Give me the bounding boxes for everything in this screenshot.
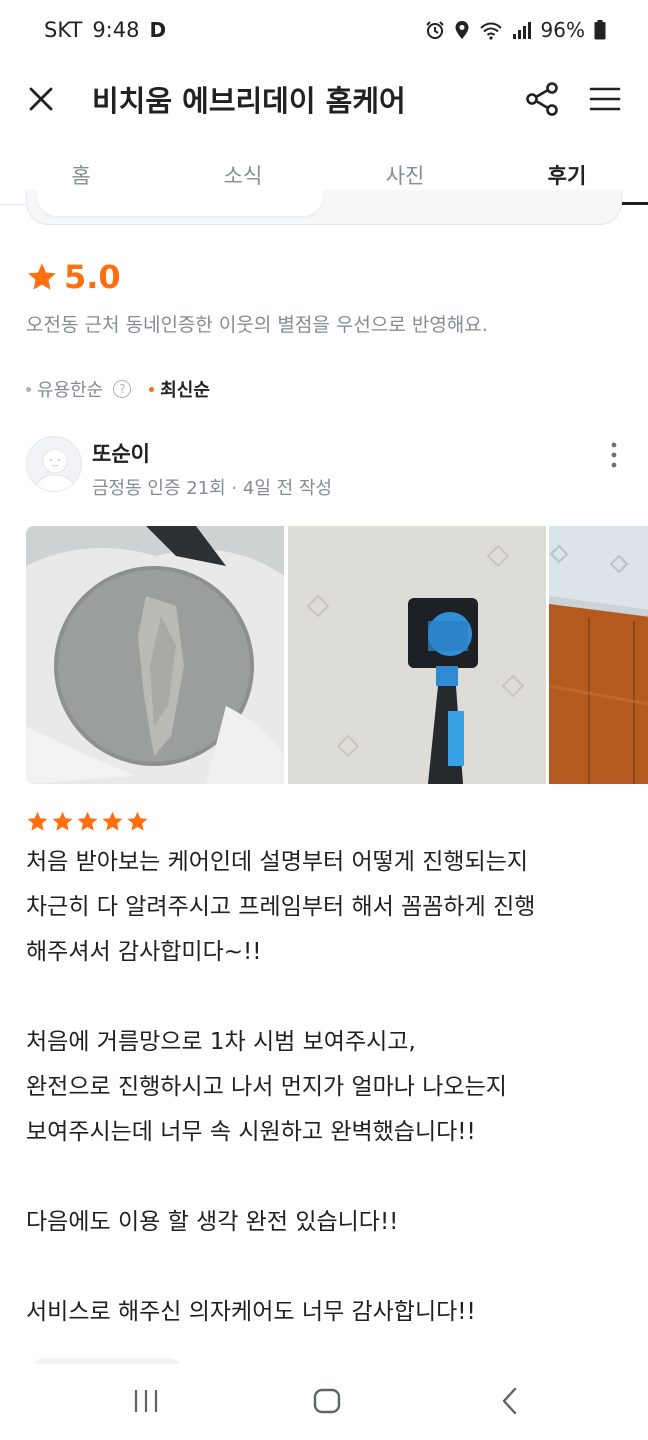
- status-right: 96%: [425, 18, 606, 42]
- status-bar: SKT 9:48 D 96%: [0, 0, 648, 64]
- recents-icon: [134, 1390, 158, 1412]
- back-icon: [502, 1387, 517, 1415]
- sort-helpful-label: 유용한순: [37, 380, 104, 401]
- close-button[interactable]: [24, 82, 58, 116]
- page-title: 비치움 에브리데이 홈케어: [92, 84, 406, 118]
- system-nav-bar: [0, 1364, 648, 1440]
- review-line: 보여주시는데 너무 속 시원하고 완벽했습니다!!: [26, 1119, 476, 1145]
- battery-icon: [594, 20, 606, 40]
- review-photo-mattress-cleaning[interactable]: [288, 526, 546, 784]
- star-icon: [127, 811, 148, 831]
- review-line: [26, 1245, 626, 1290]
- review-photo-bed-floor[interactable]: [549, 526, 648, 784]
- star-icon: [28, 263, 56, 290]
- sort-dot-active: [149, 386, 155, 392]
- review-star-rating: [26, 810, 149, 833]
- scrolled-card-inner: [37, 190, 323, 216]
- location-icon: [455, 21, 469, 39]
- review-photo-filter-dust[interactable]: [26, 526, 284, 784]
- star-icon: [102, 811, 123, 831]
- rating-value: 5.0: [64, 258, 121, 296]
- more-vertical-icon: [611, 442, 617, 468]
- reviewer-name[interactable]: 또순이: [92, 438, 150, 468]
- wifi-icon: [479, 22, 502, 40]
- scrolled-card-remnant: [26, 190, 622, 225]
- menu-button[interactable]: [588, 82, 622, 116]
- review-line: 처음에 거름망으로 1차 시범 보여주시고,: [26, 1029, 416, 1055]
- question-circle-icon[interactable]: ?: [113, 380, 132, 398]
- sort-latest-label: 최신순: [160, 380, 210, 401]
- battery-percent: 96%: [540, 18, 585, 42]
- share-icon: [526, 82, 558, 116]
- review-line: [26, 975, 626, 1020]
- share-button[interactable]: [524, 80, 562, 118]
- sort-latest-button[interactable]: 최신순: [149, 376, 210, 402]
- home-icon: [313, 1388, 341, 1414]
- close-icon: [29, 87, 53, 111]
- alarm-icon: [425, 21, 444, 39]
- review-line: 차근히 다 알려주시고 프레임부터 해서 꼼꼼하게 진행: [26, 894, 536, 920]
- recents-button[interactable]: [132, 1386, 160, 1420]
- avatar[interactable]: [26, 436, 82, 492]
- review-line: [26, 1155, 626, 1200]
- star-icon: [77, 811, 98, 831]
- rating-summary: 5.0: [26, 258, 121, 296]
- home-button[interactable]: [312, 1386, 342, 1420]
- review-photos: [26, 526, 648, 784]
- sort-dot: [26, 386, 31, 392]
- back-button[interactable]: [498, 1386, 522, 1420]
- app-header: 비치움 에브리데이 홈케어: [0, 64, 648, 136]
- clock-label: 9:48: [92, 18, 140, 42]
- status-left: SKT 9:48 D: [44, 18, 166, 42]
- hamburger-menu-icon: [589, 87, 621, 111]
- review-line: 완전으로 진행하시고 나서 먼지가 얼마나 나오는지: [26, 1074, 507, 1100]
- app-notification-icon: D: [149, 18, 167, 42]
- review-body: 처음 받아보는 케어인데 설명부터 어떻게 진행되는지 차근히 다 알려주시고 …: [26, 840, 626, 1335]
- sort-helpful-button[interactable]: 유용한순 ?: [26, 376, 132, 402]
- reviewer-meta: 금정동 인증 21회 · 4일 전 작성: [92, 478, 333, 499]
- default-avatar-icon: [34, 448, 76, 491]
- signal-icon: [512, 22, 531, 39]
- carrier-label: SKT: [44, 18, 83, 42]
- star-icon: [52, 811, 73, 831]
- sort-options: 유용한순 ? 최신순: [26, 376, 210, 402]
- star-icon: [27, 811, 48, 831]
- review-line: 서비스로 해주신 의자케어도 너무 감사합니다!!: [26, 1299, 476, 1325]
- review-line: 처음 받아보는 케어인데 설명부터 어떻게 진행되는지: [26, 849, 529, 875]
- review-line: 다음에도 이용 할 생각 완전 있습니다!!: [26, 1209, 399, 1235]
- rating-note: 오전동 근처 동네인증한 이웃의 별점을 우선으로 반영해요.: [26, 314, 488, 336]
- more-options-button[interactable]: [604, 440, 624, 470]
- review-line: 해주셔서 감사합미다~!!: [26, 939, 262, 965]
